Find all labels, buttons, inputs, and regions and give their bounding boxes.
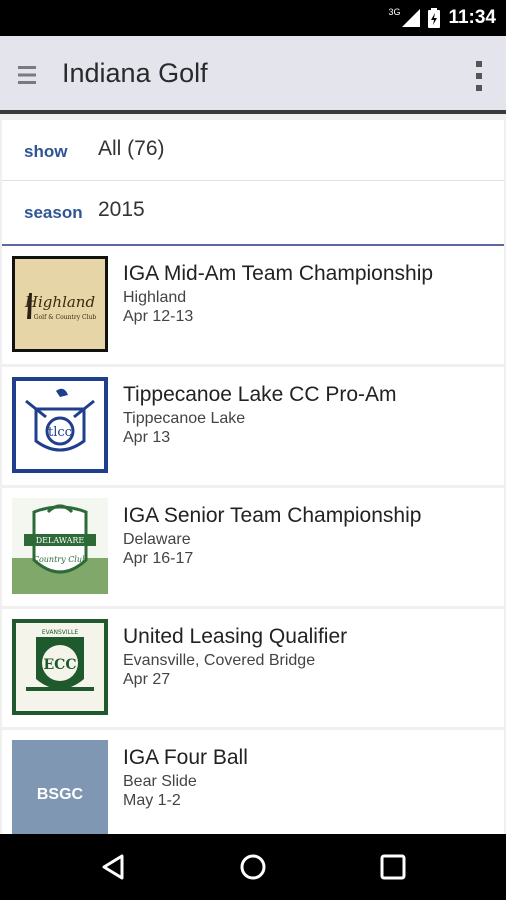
event-item[interactable]: tlcc Tippecanoe Lake CC Pro-Am Tippecano…: [2, 367, 504, 485]
event-item[interactable]: Highland Golf & Country Club IGA Mid-Am …: [2, 246, 504, 364]
event-location: Delaware: [123, 531, 191, 548]
menu-icon[interactable]: [16, 64, 38, 86]
event-location: Bear Slide: [123, 773, 197, 790]
battery-icon: [428, 8, 441, 28]
event-title: IGA Mid-Am Team Championship: [123, 262, 434, 285]
season-filter[interactable]: season 2015: [2, 181, 504, 241]
svg-text:Golf & Country Club: Golf & Country Club: [34, 314, 97, 321]
event-list: Highland Golf & Country Club IGA Mid-Am …: [2, 246, 504, 834]
app-bar: Indiana Golf: [0, 36, 506, 114]
svg-text:Highland: Highland: [24, 293, 95, 311]
event-title: United Leasing Qualifier: [123, 625, 348, 648]
event-location: Evansville, Covered Bridge: [123, 652, 316, 669]
event-date: Apr 27: [123, 671, 171, 688]
page-title: Indiana Golf: [62, 58, 208, 88]
svg-text:DELAWARE: DELAWARE: [36, 536, 85, 545]
home-icon[interactable]: [235, 849, 271, 885]
event-date: May 1-2: [123, 792, 181, 809]
event-date: Apr 16-17: [123, 550, 194, 567]
delaware-logo-graphic: DELAWARE Country Club: [12, 498, 108, 594]
event-location: Tippecanoe Lake: [123, 410, 246, 427]
season-value[interactable]: 2015: [98, 198, 145, 222]
signal-icon: [402, 9, 421, 27]
status-icons: 3G 11:34: [382, 0, 496, 36]
back-icon[interactable]: [96, 849, 132, 885]
event-item[interactable]: BSGC IGA Four Ball Bear Slide May 1-2: [2, 730, 504, 834]
svg-text:Country Club: Country Club: [33, 555, 87, 564]
highland-logo-graphic: Highland Golf & Country Club: [15, 259, 105, 349]
event-title: Tippecanoe Lake CC Pro-Am: [123, 383, 397, 406]
bsgc-logo: BSGC: [12, 740, 108, 834]
recents-icon[interactable]: [375, 849, 411, 885]
event-item[interactable]: ECC EVANSVILLE United Leasing Qualifier …: [2, 609, 504, 727]
more-options-icon[interactable]: [474, 59, 484, 93]
event-date: Apr 13: [123, 429, 171, 446]
show-label: show: [24, 142, 68, 161]
event-title: IGA Senior Team Championship: [123, 504, 422, 527]
event-title: IGA Four Ball: [123, 746, 248, 769]
bsgc-logo-text: BSGC: [36, 786, 84, 803]
status-time: 11:34: [448, 7, 496, 28]
event-location: Highland: [123, 289, 187, 306]
tippecanoe-logo-graphic: tlcc: [25, 388, 95, 452]
event-item[interactable]: DELAWARE Country Club IGA Senior Team Ch…: [2, 488, 504, 606]
navigation-bar: [0, 834, 506, 900]
evansville-logo: ECC EVANSVILLE: [12, 619, 108, 715]
network-type: 3G: [388, 7, 401, 17]
season-label: season: [24, 203, 83, 222]
highland-logo: Highland Golf & Country Club: [12, 256, 108, 352]
svg-text:EVANSVILLE: EVANSVILLE: [42, 629, 78, 636]
svg-text:ECC: ECC: [44, 657, 77, 673]
status-bar: 3G 11:34: [0, 0, 506, 36]
filter-card: show All (76) season 2015: [2, 120, 504, 253]
show-filter[interactable]: show All (76): [2, 120, 504, 181]
show-value[interactable]: All (76): [98, 137, 165, 161]
svg-text:tlcc: tlcc: [48, 425, 72, 440]
event-date: Apr 12-13: [123, 308, 194, 325]
delaware-logo: DELAWARE Country Club: [12, 498, 108, 594]
tippecanoe-logo: tlcc: [12, 377, 108, 473]
evansville-logo-graphic: ECC EVANSVILLE: [26, 629, 94, 691]
